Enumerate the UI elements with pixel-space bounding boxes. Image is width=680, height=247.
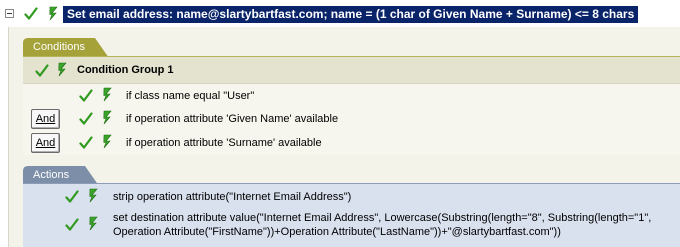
- check-icon: [35, 64, 49, 78]
- condition-text[interactable]: if class name equal "User": [126, 90, 254, 102]
- condition-group-label[interactable]: Condition Group 1: [77, 64, 174, 76]
- action-text[interactable]: strip operation attribute("Internet Emai…: [113, 191, 351, 203]
- condition-rows: [23, 84, 680, 155]
- bolt-icon: [103, 87, 112, 102]
- check-icon: [24, 7, 38, 21]
- condition-text[interactable]: if operation attribute 'Given Name' avai…: [126, 113, 338, 125]
- and-button[interactable]: And: [31, 133, 60, 153]
- bolt-icon: [49, 6, 58, 21]
- check-icon: [65, 190, 79, 204]
- check-icon: [79, 89, 93, 103]
- bolt-icon: [89, 216, 98, 231]
- rule-title[interactable]: Set email address: name@slartybartfast.c…: [63, 6, 639, 23]
- bolt-icon: [103, 110, 112, 125]
- bolt-icon: [89, 188, 98, 203]
- check-icon: [65, 218, 79, 232]
- check-icon: [79, 136, 93, 150]
- rule-title-row[interactable]: Set email address: name@slartybartfast.c…: [0, 0, 680, 28]
- condition-text[interactable]: if operation attribute 'Surname' availab…: [126, 137, 322, 149]
- bolt-icon: [103, 134, 112, 149]
- conditions-tab-label: Conditions: [33, 41, 85, 53]
- action-text-line-1[interactable]: set destination attribute value("Interne…: [113, 212, 651, 224]
- conditions-tab-label-wrap: Conditions: [23, 38, 109, 58]
- bolt-icon: [58, 62, 67, 77]
- and-button[interactable]: And: [31, 109, 60, 129]
- actions-tab-label: Actions: [33, 169, 70, 181]
- check-icon: [79, 112, 93, 126]
- collapse-icon[interactable]: [5, 9, 14, 18]
- action-text-line-2[interactable]: Operation Attribute("FirstName"))+Operat…: [113, 226, 561, 238]
